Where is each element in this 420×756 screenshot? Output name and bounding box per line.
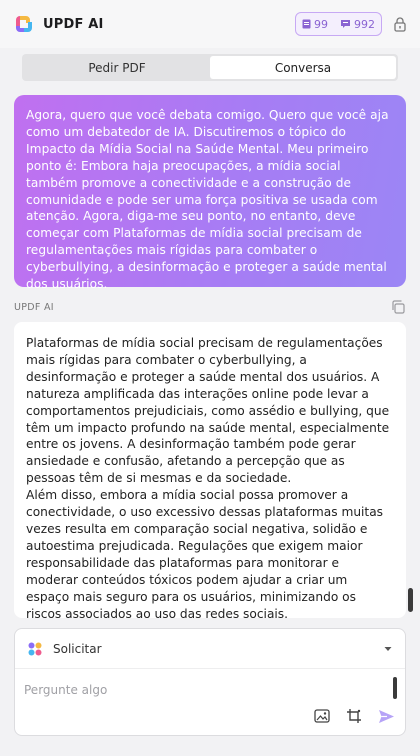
- document-icon: [302, 19, 311, 29]
- tab-pedir-pdf[interactable]: Pedir PDF: [24, 56, 210, 79]
- quota-docs: 99: [302, 18, 328, 31]
- chat-scrollbar[interactable]: [408, 588, 413, 612]
- mode-dropdown-label: Solicitar: [53, 641, 102, 656]
- send-icon: [378, 709, 394, 723]
- image-icon: [314, 709, 330, 723]
- mode-dropdown[interactable]: Solicitar: [15, 629, 405, 669]
- updf-logo-icon: [16, 16, 32, 32]
- crop-button[interactable]: [345, 707, 363, 725]
- quota-messages: 992: [340, 18, 375, 31]
- ai-response-header: UPDF AI: [14, 298, 406, 316]
- message-icon: [341, 20, 350, 28]
- user-message-text: Agora, quero que você debata comigo. Que…: [26, 108, 389, 292]
- ai-response-card: Plataformas de mídia social precisam de …: [14, 322, 406, 618]
- lock-button[interactable]: [392, 15, 408, 33]
- crop-icon: [347, 709, 361, 723]
- send-button[interactable]: [377, 707, 395, 725]
- ai-response-paragraph: Plataformas de mídia social precisam de …: [26, 336, 390, 486]
- prompt-input[interactable]: [24, 683, 384, 697]
- quota-badge[interactable]: 99 992: [295, 12, 382, 36]
- image-button[interactable]: [313, 707, 331, 725]
- mode-tabs: Pedir PDF Conversa: [22, 54, 398, 81]
- colored-dots-icon: [28, 642, 42, 655]
- tab-conversa[interactable]: Conversa: [210, 56, 396, 79]
- ai-response-paragraph: Além disso, embora a mídia social possa …: [26, 488, 384, 618]
- lock-icon: [394, 16, 406, 32]
- composer-tools: [299, 707, 395, 725]
- prompt-area: [15, 669, 405, 735]
- app-header: UPDF AI 99 992: [0, 0, 420, 48]
- chevron-down-icon: [384, 646, 392, 651]
- user-message-bubble: Agora, quero que você debata comigo. Que…: [14, 95, 406, 291]
- input-scrollbar[interactable]: [393, 677, 397, 699]
- ai-label: UPDF AI: [14, 301, 54, 313]
- app-title: UPDF AI: [43, 16, 104, 32]
- copy-icon[interactable]: [390, 299, 406, 315]
- composer: Solicitar: [14, 628, 406, 736]
